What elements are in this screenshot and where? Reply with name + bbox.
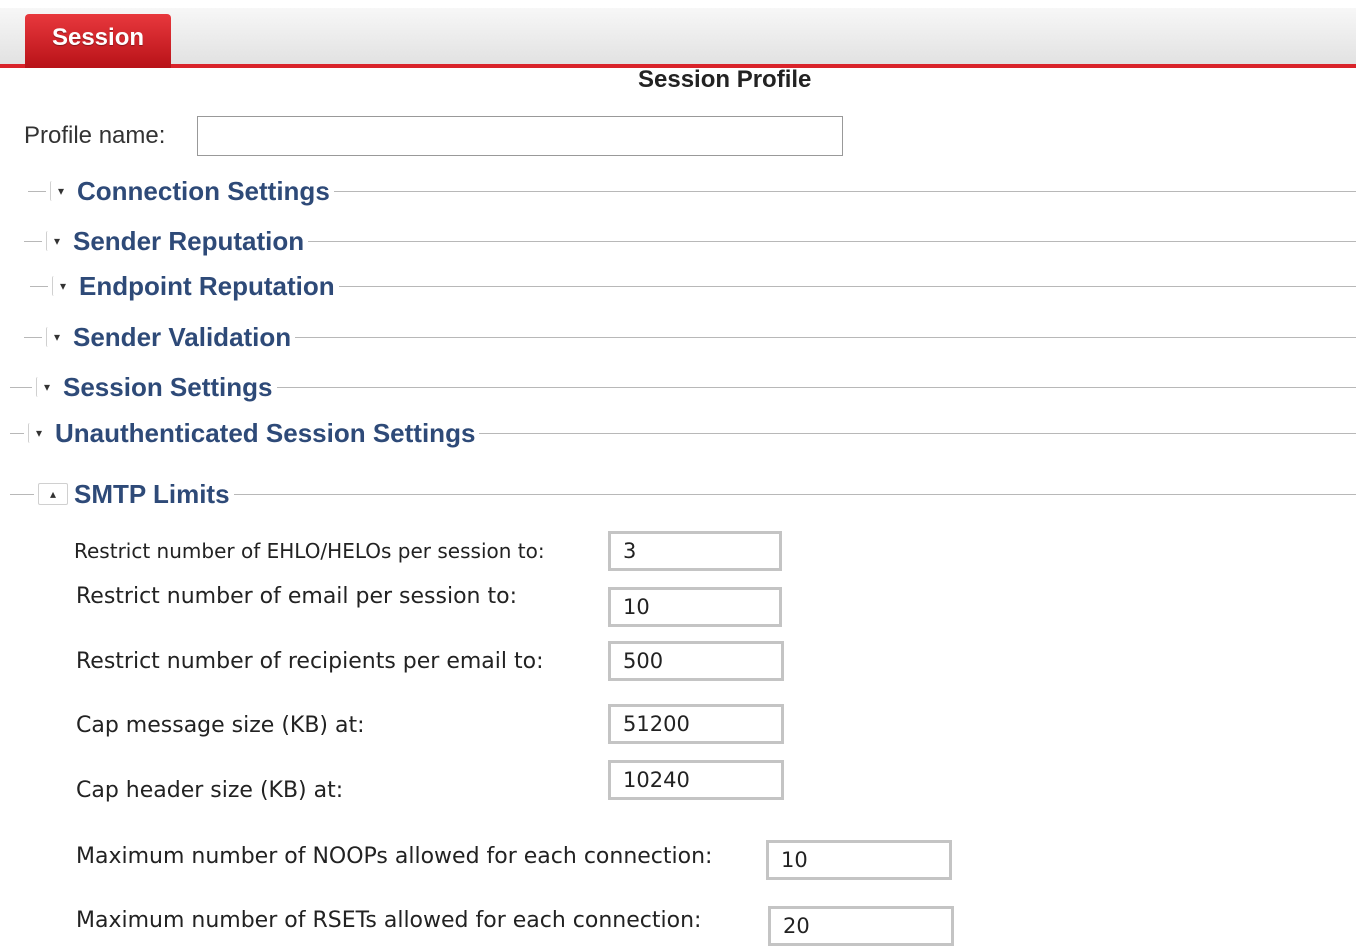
section-heading[interactable]: Session Settings: [63, 372, 277, 403]
recipients-per-email-input[interactable]: [608, 641, 784, 681]
field-label: Restrict number of recipients per email …: [76, 649, 544, 674]
section-endpoint-reputation: ▾ Endpoint Reputation: [30, 271, 1356, 301]
section-sender-reputation: ▾ Sender Reputation: [24, 226, 1356, 256]
chevron-down-icon[interactable]: ▾: [46, 327, 67, 347]
chevron-down-icon[interactable]: ▾: [46, 231, 67, 251]
field-label: Maximum number of NOOPs allowed for each…: [76, 844, 713, 869]
section-heading[interactable]: Sender Reputation: [73, 226, 308, 257]
section-heading[interactable]: Sender Validation: [73, 322, 295, 353]
message-size-cap-input[interactable]: [608, 704, 784, 744]
section-heading[interactable]: SMTP Limits: [74, 479, 234, 510]
chevron-up-icon[interactable]: ▴: [38, 483, 68, 505]
tab-session[interactable]: Session: [25, 14, 171, 68]
chevron-down-icon[interactable]: ▾: [28, 423, 49, 443]
profile-name-input[interactable]: [197, 116, 843, 156]
chevron-down-icon[interactable]: ▾: [52, 276, 73, 296]
field-label: Maximum number of RSETs allowed for each…: [76, 908, 702, 933]
section-heading[interactable]: Unauthenticated Session Settings: [55, 418, 479, 449]
profile-name-label: Profile name:: [24, 122, 166, 149]
section-sender-validation: ▾ Sender Validation: [24, 322, 1356, 352]
chevron-down-icon[interactable]: ▾: [50, 181, 71, 201]
ehlo-helo-limit-input[interactable]: [608, 531, 782, 571]
chevron-down-icon[interactable]: ▾: [36, 377, 57, 397]
header-size-cap-input[interactable]: [608, 760, 784, 800]
section-session-settings: ▾ Session Settings: [10, 372, 1356, 402]
field-label: Cap message size (KB) at:: [76, 713, 365, 738]
email-per-session-input[interactable]: [608, 587, 782, 627]
section-connection-settings: ▾ Connection Settings: [28, 176, 1356, 206]
section-unauthenticated-session-settings: ▾ Unauthenticated Session Settings: [10, 418, 1356, 448]
page-title: Session Profile: [638, 66, 812, 93]
section-heading[interactable]: Connection Settings: [77, 176, 334, 207]
rset-limit-input[interactable]: [768, 906, 954, 946]
section-smtp-limits: ▴ SMTP Limits: [10, 479, 1356, 509]
tab-bar: Session: [0, 8, 1356, 68]
field-label: Cap header size (KB) at:: [76, 778, 344, 803]
field-label: Restrict number of email per session to:: [76, 584, 517, 609]
section-heading[interactable]: Endpoint Reputation: [79, 271, 339, 302]
noop-limit-input[interactable]: [766, 840, 952, 880]
field-label: Restrict number of EHLO/HELOs per sessio…: [74, 539, 545, 563]
